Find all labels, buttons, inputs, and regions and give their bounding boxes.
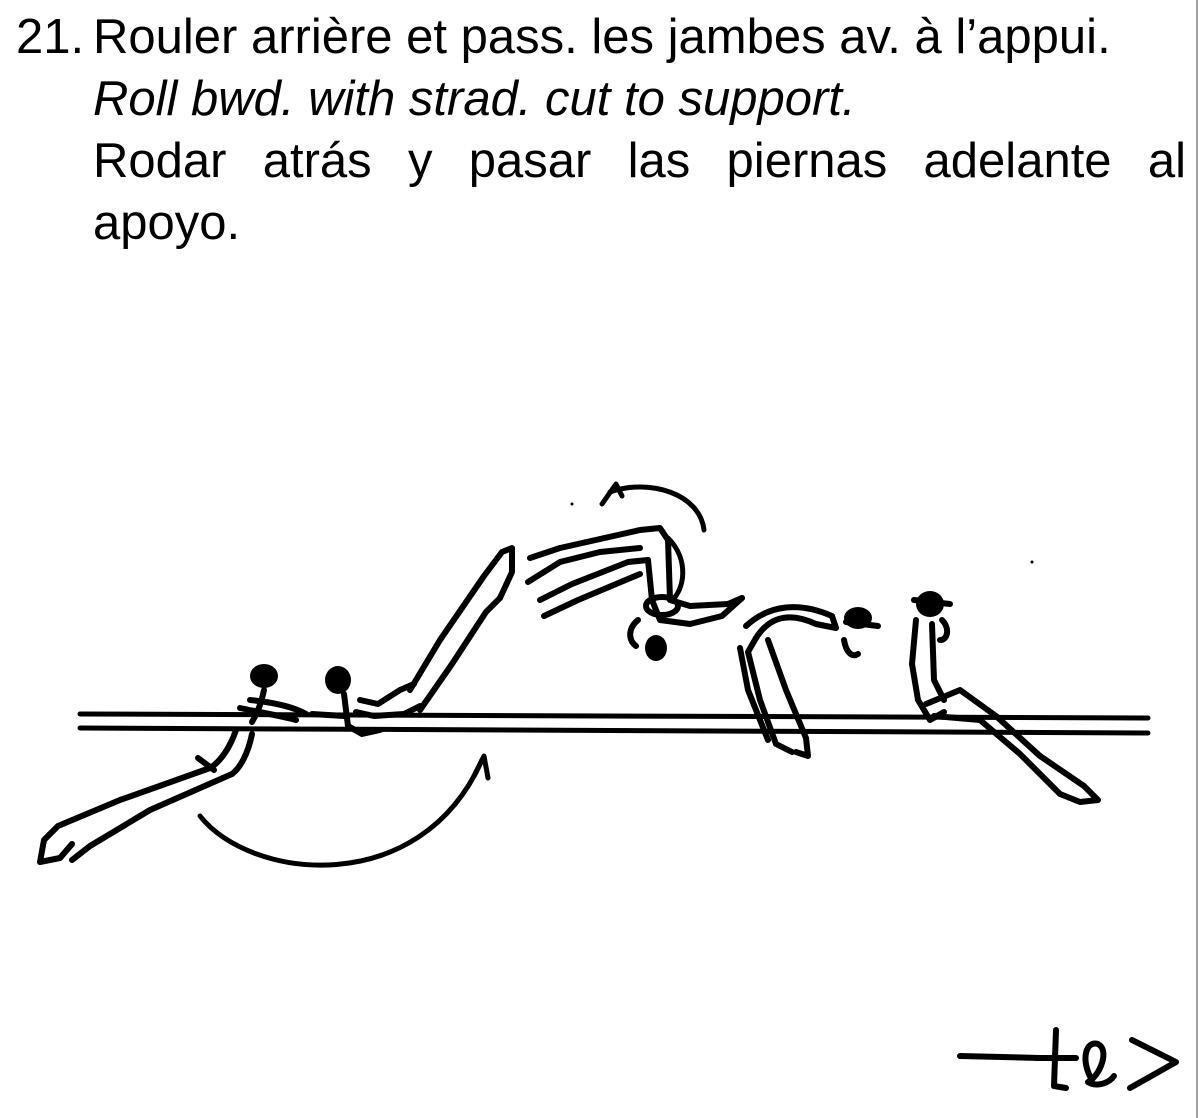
direction-arrow-icon (957, 1027, 1179, 1091)
